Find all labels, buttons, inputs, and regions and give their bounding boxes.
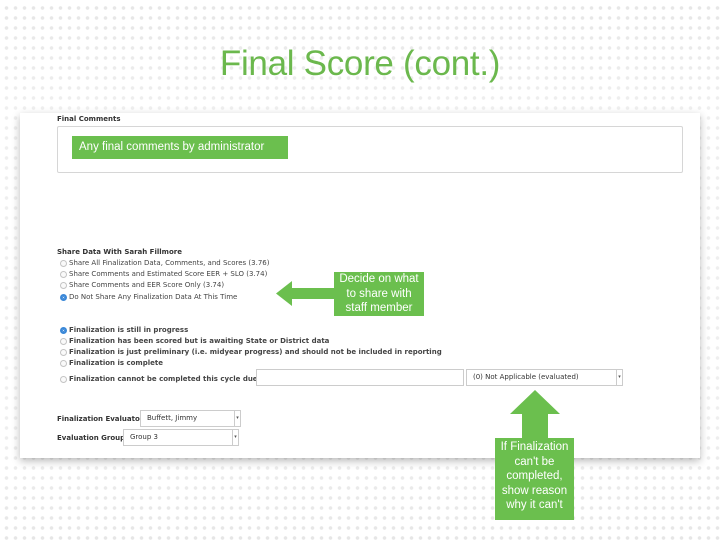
radio-button[interactable] [60, 281, 67, 289]
status-option-preliminary[interactable]: Finalization is just preliminary (i.e. m… [60, 347, 442, 357]
dropdown-arrow-icon[interactable]: ▾ [616, 370, 622, 385]
callout-line: staff member [345, 302, 413, 314]
reason-text-input[interactable] [256, 369, 464, 386]
status-option-cannot-complete[interactable]: Finalization cannot be completed this cy… [60, 374, 271, 384]
status-option-label: Finalization has been scored but is awai… [69, 337, 330, 345]
radio-button-selected[interactable] [60, 293, 67, 301]
callout-share-data: Decide on what to share with staff membe… [334, 272, 424, 316]
radio-button[interactable] [60, 348, 67, 356]
share-option-label: Do Not Share Any Finalization Data At Th… [69, 293, 238, 301]
evaluator-label: Finalization Evaluator: [57, 415, 147, 423]
share-option-label: Share All Finalization Data, Comments, a… [69, 259, 270, 267]
callout-line: why it can't [506, 499, 563, 511]
evaluator-select[interactable]: Buffett, Jimmy ▾ [140, 410, 241, 427]
status-option-label: Finalization is complete [69, 359, 163, 367]
callout-line: Decide on what [339, 273, 419, 285]
left-arrow-icon [276, 281, 336, 306]
callout-line: can't be [514, 455, 555, 468]
callout-cannot-complete-reason: If Finalization can't be completed, show… [495, 438, 574, 520]
status-option-label: Finalization cannot be completed this cy… [69, 375, 271, 383]
radio-button[interactable] [60, 270, 67, 278]
status-option-label: Finalization is still in progress [69, 326, 189, 334]
callout-line: completed, [506, 470, 563, 482]
share-option-label: Share Comments and Estimated Score EER +… [69, 270, 268, 278]
evaluation-group-select-value: Group 3 [130, 433, 158, 441]
share-option-comments-eer[interactable]: Share Comments and EER Score Only (3.74) [60, 280, 224, 290]
status-option-awaiting-data[interactable]: Finalization has been scored but is awai… [60, 336, 329, 346]
evaluator-select-value: Buffett, Jimmy [147, 414, 198, 422]
final-comments-label: Final Comments [57, 115, 121, 123]
radio-button[interactable] [60, 337, 67, 345]
radio-button[interactable] [60, 359, 67, 367]
share-option-all[interactable]: Share All Finalization Data, Comments, a… [60, 258, 269, 268]
share-option-do-not-share[interactable]: Do Not Share Any Finalization Data At Th… [60, 292, 237, 302]
share-option-comments-estimated[interactable]: Share Comments and Estimated Score EER +… [60, 269, 267, 279]
callout-line: to share with [346, 287, 412, 300]
status-option-complete[interactable]: Finalization is complete [60, 358, 163, 368]
callout-line: If Finalization [500, 441, 569, 453]
status-option-in-progress[interactable]: Finalization is still in progress [60, 325, 188, 335]
share-data-label: Share Data With Sarah Fillmore [57, 248, 182, 256]
status-option-label: Finalization is just preliminary (i.e. m… [69, 348, 442, 356]
up-arrow-icon [510, 390, 560, 440]
callout-line: show reason [501, 484, 568, 497]
radio-button[interactable] [60, 259, 67, 267]
reason-select[interactable]: (0) Not Applicable (evaluated) ▾ [466, 369, 623, 386]
slide-title: Final Score (cont.) [219, 44, 501, 83]
callout-final-comments: Any final comments by administrator [72, 136, 288, 159]
radio-button-selected[interactable] [60, 326, 67, 334]
reason-select-value: (0) Not Applicable (evaluated) [473, 373, 579, 381]
dropdown-arrow-icon[interactable]: ▾ [234, 411, 240, 426]
share-option-label: Share Comments and EER Score Only (3.74) [69, 281, 225, 289]
evaluation-group-select[interactable]: Group 3 ▾ [123, 429, 239, 446]
radio-button[interactable] [60, 375, 67, 383]
evaluation-group-label: Evaluation Group: [57, 434, 128, 442]
dropdown-arrow-icon[interactable]: ▾ [232, 430, 238, 445]
